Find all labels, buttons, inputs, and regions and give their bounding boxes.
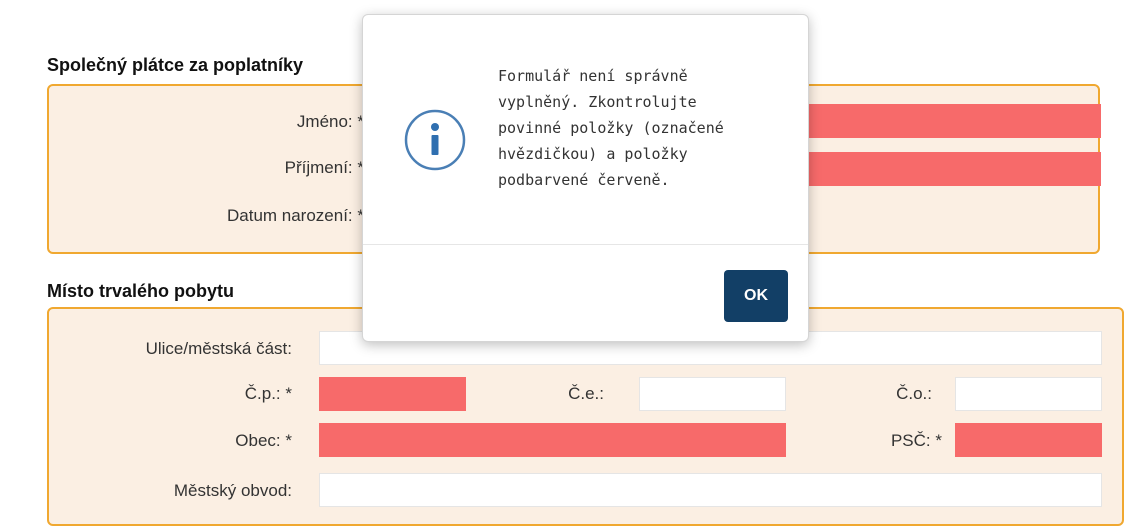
dialog-message-line: hvězdičkou) a položky xyxy=(498,145,688,163)
prijmeni-input[interactable] xyxy=(807,152,1101,186)
obvod-input[interactable] xyxy=(319,473,1102,507)
dialog-body: Formulář není správně vyplněný. Zkontrol… xyxy=(363,15,808,244)
ce-input[interactable] xyxy=(639,377,786,411)
info-icon xyxy=(403,108,467,172)
dialog-message: Formulář není správně vyplněný. Zkontrol… xyxy=(498,63,768,193)
label-prijmeni: Příjmení: * xyxy=(284,158,364,177)
label-obvod: Městský obvod: xyxy=(173,481,292,500)
label-datum-narozeni: Datum narození: * xyxy=(226,206,364,225)
dialog-message-line: vyplněný. Zkontrolujte xyxy=(498,93,697,111)
dialog-divider xyxy=(363,244,808,245)
dialog-message-line: podbarvené červeně. xyxy=(498,171,670,189)
label-ce: Č.e.: xyxy=(568,384,604,403)
validation-dialog: Formulář není správně vyplněný. Zkontrol… xyxy=(362,14,809,342)
jmeno-input[interactable] xyxy=(807,104,1101,138)
dialog-message-line: povinné položky (označené xyxy=(498,119,724,137)
label-cp: Č.p.: * xyxy=(244,384,292,403)
section-title-payer: Společný plátce za poplatníky xyxy=(47,55,304,75)
ok-button[interactable]: OK xyxy=(724,270,788,322)
label-ulice: Ulice/městská část: xyxy=(145,339,292,358)
cp-input[interactable] xyxy=(319,377,466,411)
label-obec: Obec: * xyxy=(235,431,292,450)
co-input[interactable] xyxy=(955,377,1102,411)
obec-input[interactable] xyxy=(319,423,786,457)
label-psc: PSČ: * xyxy=(890,431,942,450)
dialog-message-line: Formulář není správně xyxy=(498,67,688,85)
label-jmeno: Jméno: * xyxy=(296,112,364,131)
psc-input[interactable] xyxy=(955,423,1102,457)
label-co: Č.o.: xyxy=(896,384,932,403)
section-title-residence: Místo trvalého pobytu xyxy=(47,281,235,301)
